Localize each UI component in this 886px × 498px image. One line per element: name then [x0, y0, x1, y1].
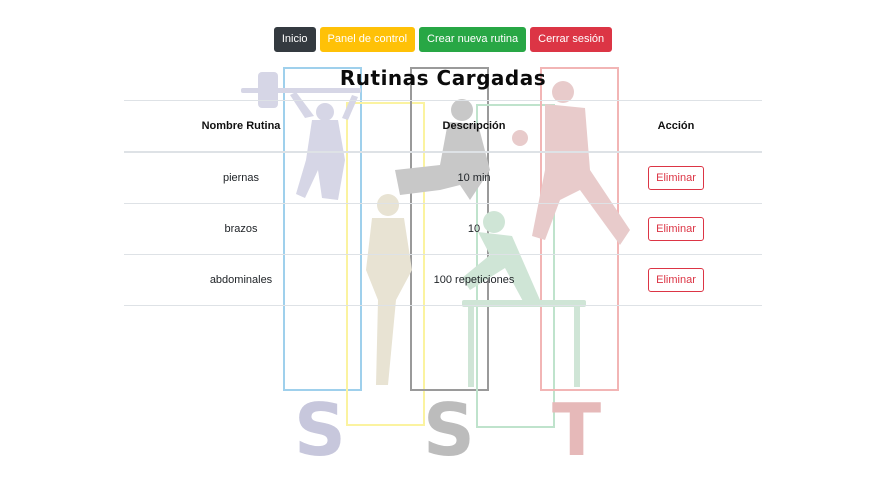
eliminar-button[interactable]: Eliminar — [648, 217, 704, 241]
rutina-name: brazos — [124, 203, 358, 255]
rutinas-table: Nombre Rutina Descripción Acción piernas… — [124, 100, 762, 306]
table-row: abdominales 100 repeticiones Eliminar — [124, 254, 762, 306]
header-descripcion: Descripción — [358, 100, 590, 153]
eliminar-button[interactable]: Eliminar — [648, 268, 704, 292]
rutina-name: piernas — [124, 151, 358, 204]
table-row: piernas 10 min Eliminar — [124, 151, 762, 204]
cerrar-sesion-button[interactable]: Cerrar sesión — [530, 27, 613, 52]
top-navigation: Inicio Panel de control Crear nueva ruti… — [0, 27, 886, 52]
action-cell: Eliminar — [590, 151, 762, 204]
crear-nueva-rutina-button[interactable]: Crear nueva rutina — [419, 27, 527, 52]
eliminar-button[interactable]: Eliminar — [648, 166, 704, 190]
table-row: brazos 10 Eliminar — [124, 203, 762, 255]
rutina-name: abdominales — [124, 254, 358, 306]
rutina-description: 100 repeticiones — [358, 254, 590, 306]
header-accion: Acción — [590, 100, 762, 153]
letter-t-red: T — [552, 388, 601, 472]
action-cell: Eliminar — [590, 254, 762, 306]
letter-s-gray: S — [423, 388, 475, 472]
table-header: Nombre Rutina Descripción Acción — [124, 100, 762, 153]
inicio-button[interactable]: Inicio — [273, 27, 316, 52]
rutina-description: 10 min — [358, 151, 590, 204]
page-title: Rutinas Cargadas — [339, 66, 547, 90]
action-cell: Eliminar — [590, 203, 762, 255]
rutina-description: 10 — [358, 203, 590, 255]
header-nombre-rutina: Nombre Rutina — [124, 100, 358, 153]
panel-de-control-button[interactable]: Panel de control — [319, 27, 416, 52]
letter-s-purple: S — [294, 388, 346, 472]
